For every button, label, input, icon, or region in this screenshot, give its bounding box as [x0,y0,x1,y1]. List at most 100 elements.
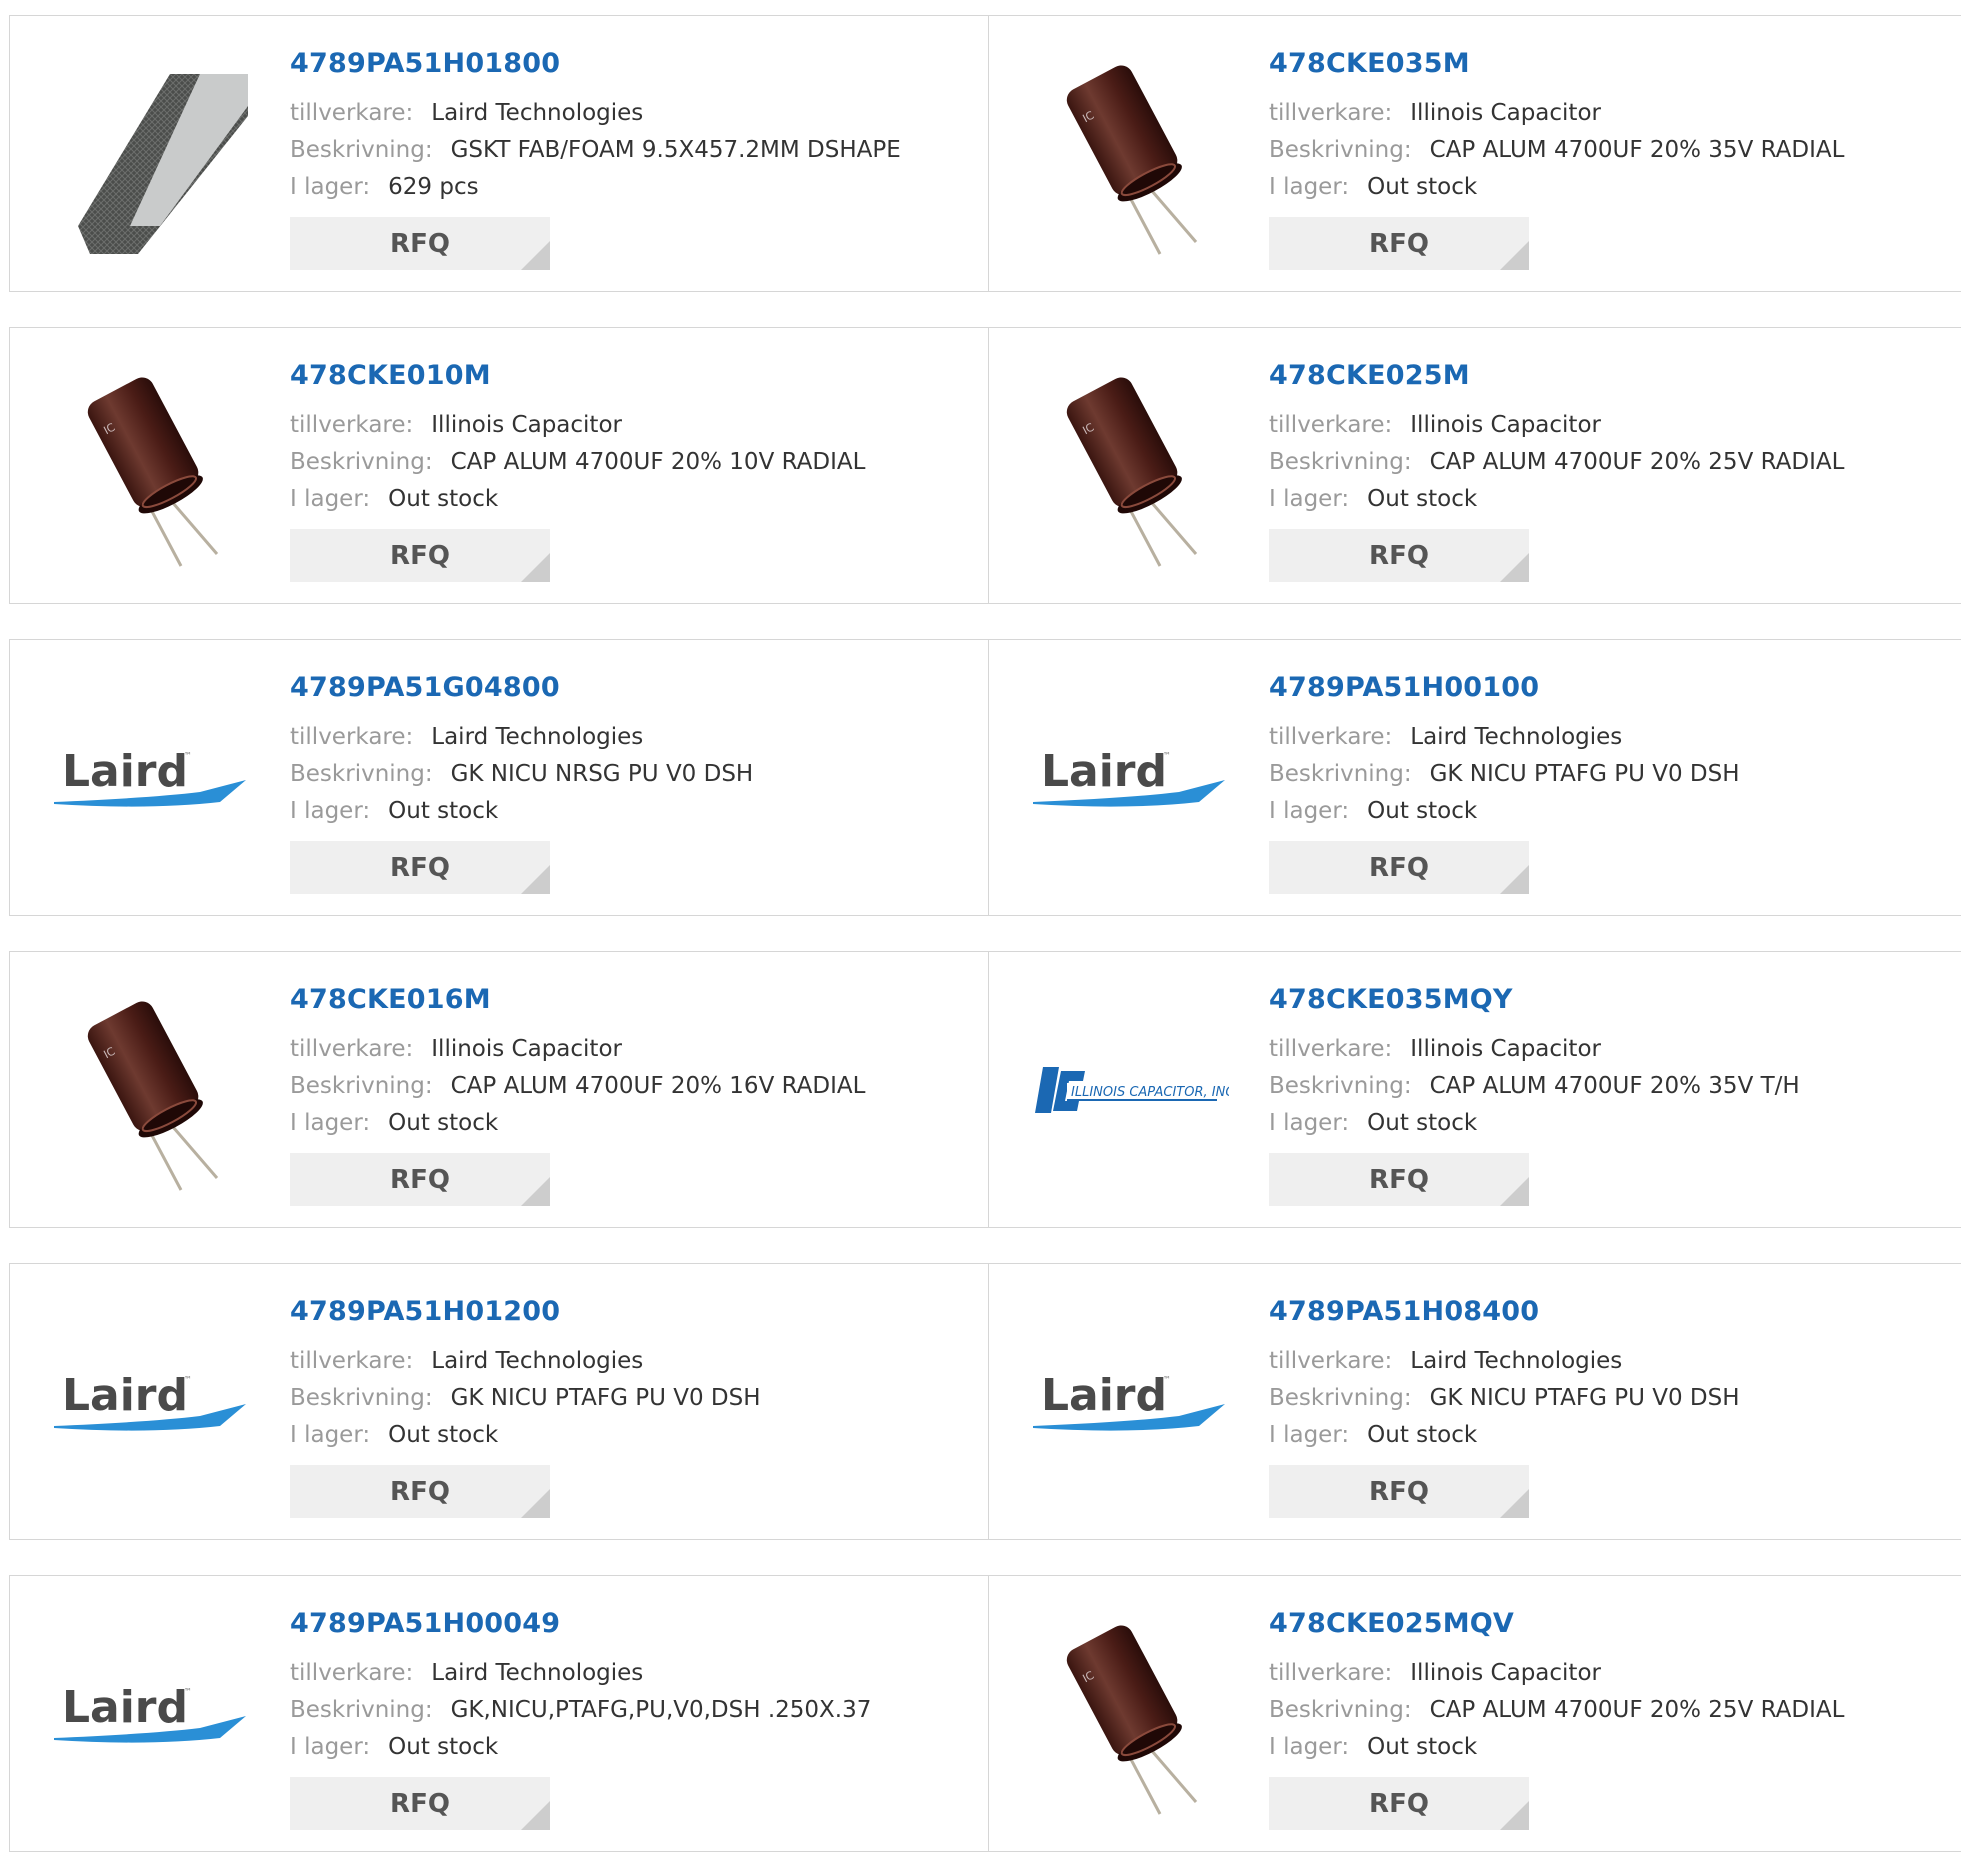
description-value: CAP ALUM 4700UF 20% 35V T/H [1429,1073,1800,1099]
product-image[interactable] [50,56,250,256]
stock-row: I lager: Out stock [1269,174,1477,200]
manufacturer-label: tillverkare: [290,724,414,750]
rfq-button[interactable]: RFQ [290,1153,550,1206]
manufacturer-label: tillverkare: [1269,1660,1393,1686]
capacitor-photo: IC [1066,377,1198,567]
manufacturer-value: Illinois Capacitor [1410,412,1601,438]
manufacturer-value: Laird Technologies [1410,1348,1623,1374]
description-value: GK NICU PTAFG PU V0 DSH [450,1385,761,1411]
stock-row: I lager: Out stock [290,798,498,824]
rfq-button[interactable]: RFQ [1269,1465,1529,1518]
rfq-button[interactable]: RFQ [1269,217,1529,270]
part-number-link[interactable]: 4789PA51H08400 [1269,1296,1539,1327]
manufacturer-row: tillverkare: Laird Technologies [1269,1348,1622,1374]
product-image[interactable]: IC [1029,368,1229,568]
manufacturer-value: Illinois Capacitor [1410,1660,1601,1686]
product-image[interactable]: ILLINOIS CAPACITOR, INC. [1029,992,1229,1192]
stock-value: Out stock [388,1110,499,1136]
part-number-link[interactable]: 4789PA51H01800 [290,48,560,79]
manufacturer-row: tillverkare: Laird Technologies [290,724,643,750]
description-label: Beskrivning: [1269,761,1412,787]
description-row: Beskrivning: GK NICU NRSG PU V0 DSH [290,761,753,787]
description-row: Beskrivning: GK NICU PTAFG PU V0 DSH [1269,1385,1740,1411]
part-number-link[interactable]: 4789PA51H00100 [1269,672,1539,703]
product-card: ILLINOIS CAPACITOR, INC. 478CKE035MQY til… [988,951,1961,1228]
manufacturer-row: tillverkare: Illinois Capacitor [1269,1036,1601,1062]
product-card: Laird ™ 4789PA51H00100 tillverkare: Laird … [988,639,1961,916]
capacitor-photo: IC [87,377,219,567]
part-number-link[interactable]: 478CKE035MQY [1269,984,1513,1015]
stock-row: I lager: Out stock [1269,1734,1477,1760]
product-image[interactable]: IC [50,368,250,568]
description-value: GK NICU NRSG PU V0 DSH [450,761,754,787]
manufacturer-value: Illinois Capacitor [431,412,622,438]
rfq-button[interactable]: RFQ [290,1777,550,1830]
description-row: Beskrivning: GSKT FAB/FOAM 9.5X457.2MM DS… [290,137,901,163]
description-label: Beskrivning: [1269,1697,1412,1723]
description-label: Beskrivning: [290,1073,433,1099]
stock-value: Out stock [1367,174,1478,200]
part-number-link[interactable]: 478CKE035M [1269,48,1470,79]
product-image[interactable]: Laird ™ [50,1304,250,1504]
manufacturer-row: tillverkare: Laird Technologies [290,100,643,126]
manufacturer-value: Laird Technologies [431,1660,644,1686]
laird-logo: Laird ™ [54,1370,246,1431]
part-number-link[interactable]: 4789PA51H00049 [290,1608,560,1639]
part-number-link[interactable]: 4789PA51H01200 [290,1296,560,1327]
svg-text:™: ™ [1163,751,1171,760]
rfq-button[interactable]: RFQ [290,1465,550,1518]
rfq-button[interactable]: RFQ [1269,529,1529,582]
manufacturer-value: Laird Technologies [431,100,644,126]
product-image[interactable]: IC [1029,1616,1229,1816]
rfq-button[interactable]: RFQ [290,217,550,270]
svg-text:Laird: Laird [62,746,188,797]
rfq-button[interactable]: RFQ [1269,1153,1529,1206]
capacitor-photo: IC [87,1001,219,1191]
manufacturer-row: tillverkare: Laird Technologies [1269,724,1622,750]
part-number-link[interactable]: 478CKE025M [1269,360,1470,391]
product-image[interactable]: Laird ™ [1029,1304,1229,1504]
rfq-button[interactable]: RFQ [290,841,550,894]
rfq-button[interactable]: RFQ [1269,841,1529,894]
product-image[interactable]: IC [1029,56,1229,256]
description-value: CAP ALUM 4700UF 20% 10V RADIAL [450,449,866,475]
capacitor-photo: IC [1066,65,1198,255]
rfq-button[interactable]: RFQ [1269,1777,1529,1830]
description-row: Beskrivning: CAP ALUM 4700UF 20% 35V T/H [1269,1073,1800,1099]
product-card: IC 478CKE010M tillverkare: Illinois Capaci… [9,327,989,604]
part-number-link[interactable]: 478CKE016M [290,984,491,1015]
manufacturer-value: Illinois Capacitor [431,1036,622,1062]
manufacturer-value: Laird Technologies [431,1348,644,1374]
product-card: IC 478CKE025MQV tillverkare: Illinois Capa… [988,1575,1961,1852]
rfq-button[interactable]: RFQ [290,529,550,582]
stock-row: I lager: Out stock [290,1422,498,1448]
stock-row: I lager: Out stock [290,486,498,512]
stock-label: I lager: [1269,1734,1350,1760]
product-image[interactable]: Laird ™ [50,1616,250,1816]
part-number-link[interactable]: 4789PA51G04800 [290,672,560,703]
manufacturer-label: tillverkare: [290,1036,414,1062]
stock-value: Out stock [388,1734,499,1760]
stock-label: I lager: [1269,1422,1350,1448]
description-value: GK NICU PTAFG PU V0 DSH [1429,761,1740,787]
stock-value: Out stock [388,486,499,512]
part-number-link[interactable]: 478CKE010M [290,360,491,391]
stock-label: I lager: [290,798,371,824]
description-label: Beskrivning: [290,1385,433,1411]
product-image[interactable]: Laird ™ [50,680,250,880]
part-number-link[interactable]: 478CKE025MQV [1269,1608,1514,1639]
product-card: Laird ™ 4789PA51H08400 tillverkare: Laird … [988,1263,1961,1540]
laird-logo: Laird ™ [54,1682,246,1743]
description-label: Beskrivning: [1269,1385,1412,1411]
manufacturer-row: tillverkare: Illinois Capacitor [290,1036,622,1062]
product-image[interactable]: IC [50,992,250,1192]
manufacturer-label: tillverkare: [290,412,414,438]
description-row: Beskrivning: GK,NICU,PTAFG,PU,V0,DSH .250… [290,1697,871,1723]
description-label: Beskrivning: [290,1697,433,1723]
product-card: IC 478CKE035M tillverkare: Illinois Capaci… [988,15,1961,292]
manufacturer-label: tillverkare: [290,1660,414,1686]
manufacturer-row: tillverkare: Illinois Capacitor [290,412,622,438]
product-image[interactable]: Laird ™ [1029,680,1229,880]
description-label: Beskrivning: [1269,449,1412,475]
stock-row: I lager: Out stock [1269,1110,1477,1136]
